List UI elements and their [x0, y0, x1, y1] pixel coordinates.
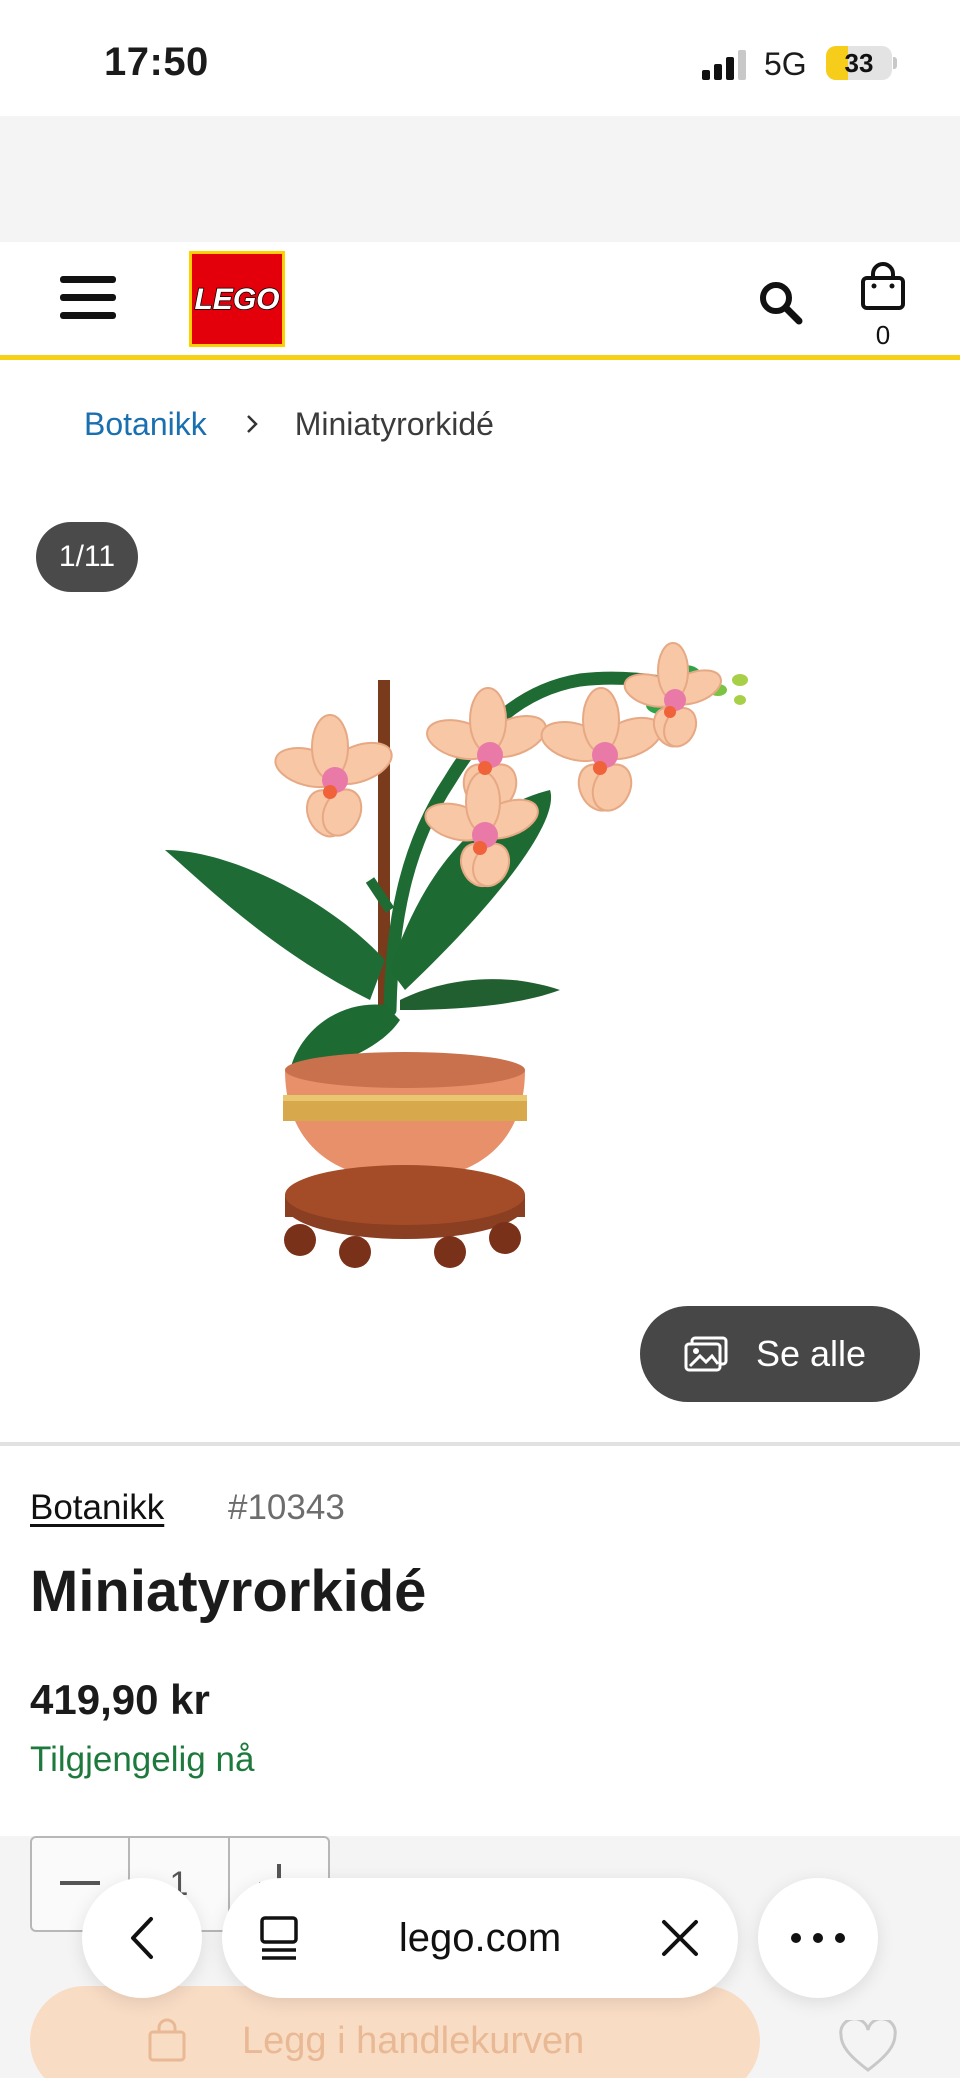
- see-all-label: Se alle: [756, 1333, 867, 1374]
- browser-toolbar: lego.com: [0, 1872, 960, 2002]
- cart-count: 0: [875, 320, 891, 350]
- signal-strength-icon: [702, 50, 748, 80]
- close-icon[interactable]: [658, 1916, 702, 1960]
- more-button[interactable]: [758, 1878, 878, 1998]
- image-counter-badge: 1/11: [36, 522, 138, 592]
- shopping-bag-icon: [148, 2018, 186, 2062]
- battery-icon: 33: [826, 46, 892, 80]
- back-button[interactable]: [82, 1878, 202, 1998]
- search-icon[interactable]: [756, 278, 804, 326]
- svg-text:LEGO: LEGO: [194, 283, 279, 316]
- product-theme-link[interactable]: Botanikk: [30, 1488, 164, 1528]
- top-banner-area: [0, 116, 960, 242]
- breadcrumb: Botanikk Miniatyrorkidé: [84, 404, 494, 444]
- lego-logo-mark: LEGO: [194, 282, 281, 317]
- breadcrumb-current: Miniatyrorkidé: [294, 405, 494, 442]
- lego-logo[interactable]: LEGO: [189, 251, 285, 347]
- product-title: Miniatyrorkidé: [30, 1559, 427, 1624]
- chevron-right-icon: [246, 415, 258, 433]
- network-type: 5G: [764, 46, 807, 82]
- shopping-bag-icon[interactable]: [858, 262, 908, 312]
- product-price: 419,90 kr: [30, 1676, 210, 1723]
- gallery-divider: [0, 1442, 960, 1446]
- add-to-bag-label: Legg i handlekurven: [242, 2019, 585, 2062]
- product-item-number: #10343: [228, 1488, 345, 1527]
- gallery-image-icon: [684, 1336, 728, 1372]
- site-header: LEGO 0: [0, 242, 960, 360]
- status-time: 17:50: [104, 40, 209, 84]
- hamburger-menu-icon[interactable]: [60, 274, 116, 322]
- more-icon: [791, 1933, 801, 1943]
- battery-level: 33: [844, 48, 874, 78]
- address-bar[interactable]: lego.com: [222, 1878, 738, 1998]
- product-gallery[interactable]: 1/11 Se alle: [0, 470, 960, 1448]
- product-image[interactable]: [140, 580, 820, 1320]
- back-icon: [131, 1917, 153, 1959]
- see-all-button[interactable]: Se alle: [640, 1306, 920, 1402]
- status-bar: 17:50 5G 33: [0, 0, 960, 116]
- heart-icon[interactable]: [838, 2020, 898, 2074]
- availability-status: Tilgjengelig nå: [30, 1740, 255, 1779]
- breadcrumb-link-botanikk[interactable]: Botanikk: [84, 406, 207, 443]
